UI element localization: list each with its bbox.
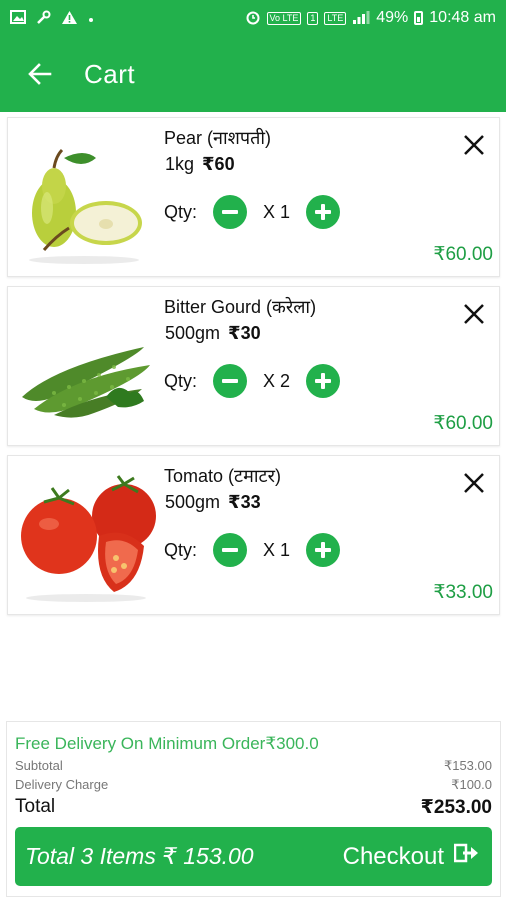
qty-value: X 2 [263,370,291,391]
total-row: Total ₹253.00 [15,796,492,819]
quantity-stepper: Qty: X 2 [164,363,341,399]
cart-item-tomato: Tomato (टमाटर) 500gm ₹33 Qty: X 1 ₹33.00 [7,455,500,615]
minus-icon [222,379,239,383]
minus-icon [222,210,239,214]
battery-icon [414,11,424,25]
qty-label: Qty: [164,370,198,391]
item-subtotal: ₹60.00 [433,244,493,265]
product-unit-price: 500gm ₹30 [165,323,261,344]
lte-indicator: LTE [324,11,347,25]
page-title: Cart [84,58,136,89]
delivery-charge-row: Delivery Charge ₹100.0 [15,777,492,793]
qty-value: X 1 [263,539,291,560]
pear-image [14,128,158,268]
increase-qty-button[interactable] [306,364,341,398]
product-price: ₹33 [228,492,261,512]
checkout-label: Checkout [342,842,444,870]
product-unit: 500gm [165,323,221,343]
increase-qty-button[interactable] [306,533,341,567]
subtotal-value: ₹153.00 [443,758,492,773]
item-subtotal: ₹33.00 [433,582,493,603]
qty-label: Qty: [164,201,198,222]
product-name: Tomato (टमाटर) [164,466,281,486]
notification-dot-icon [88,11,94,25]
delivery-charge-value: ₹100.0 [451,777,492,792]
minus-icon [222,548,239,552]
plus-icon [315,373,332,389]
sim-indicator: 1 [307,11,319,25]
gallery-icon [10,10,26,26]
free-delivery-notice: Free Delivery On Minimum Order₹300.0 [15,734,319,753]
product-name: Pear (नाशपती) [164,128,272,148]
decrease-qty-button[interactable] [213,364,248,398]
signal-icon [352,10,370,26]
close-icon[interactable] [461,470,487,496]
volte-indicator: Vo LTE [266,11,302,25]
qty-value: X 1 [263,201,291,222]
bitter-gourd-image [14,297,158,437]
checkout-bar[interactable]: Total 3 Items ₹ 153.00 Checkout [15,827,492,886]
delivery-charge-label: Delivery Charge [15,777,109,792]
item-subtotal: ₹60.00 [433,413,493,434]
wrench-icon [36,10,51,27]
tomato-image [14,466,158,606]
status-bar: Vo LTE 1 LTE 49% 10:48 am [0,0,506,36]
subtotal-label: Subtotal [15,758,63,773]
product-unit: 500gm [165,492,221,512]
product-unit-price: 1kg ₹60 [165,154,235,175]
cart-item-bitter-gourd: Bitter Gourd (करेला) 500gm ₹30 Qty: X 2 ₹… [7,286,500,446]
total-value: ₹253.00 [420,797,492,818]
order-summary: Free Delivery On Minimum Order₹300.0 Sub… [6,721,501,897]
decrease-qty-button[interactable] [213,533,248,567]
close-icon[interactable] [461,132,487,158]
product-unit-price: 500gm ₹33 [165,492,261,513]
qty-label: Qty: [164,539,198,560]
warning-icon [61,10,78,27]
product-price: ₹30 [228,323,261,343]
product-unit: 1kg [165,154,195,174]
total-label: Total [15,796,56,817]
decrease-qty-button[interactable] [213,195,248,229]
subtotal-row: Subtotal ₹153.00 [15,758,492,774]
cart-total-summary: Total 3 Items ₹ 153.00 [25,843,254,869]
checkout-button[interactable]: Checkout [343,842,480,871]
back-arrow-icon[interactable] [26,60,54,88]
clock: 10:48 am [429,9,496,26]
logout-arrow-icon [453,842,480,871]
increase-qty-button[interactable] [306,195,341,229]
plus-icon [315,204,332,220]
battery-percent: 49% [376,9,409,26]
plus-icon [315,542,332,558]
close-icon[interactable] [461,301,487,327]
cart-item-pear: Pear (नाशपती) 1kg ₹60 Qty: X 1 ₹60.00 [7,117,500,277]
app-bar: Cart [0,36,506,112]
quantity-stepper: Qty: X 1 [164,194,341,230]
alarm-icon [245,9,261,27]
quantity-stepper: Qty: X 1 [164,532,341,568]
product-name: Bitter Gourd (करेला) [164,297,317,317]
product-price: ₹60 [202,154,235,174]
